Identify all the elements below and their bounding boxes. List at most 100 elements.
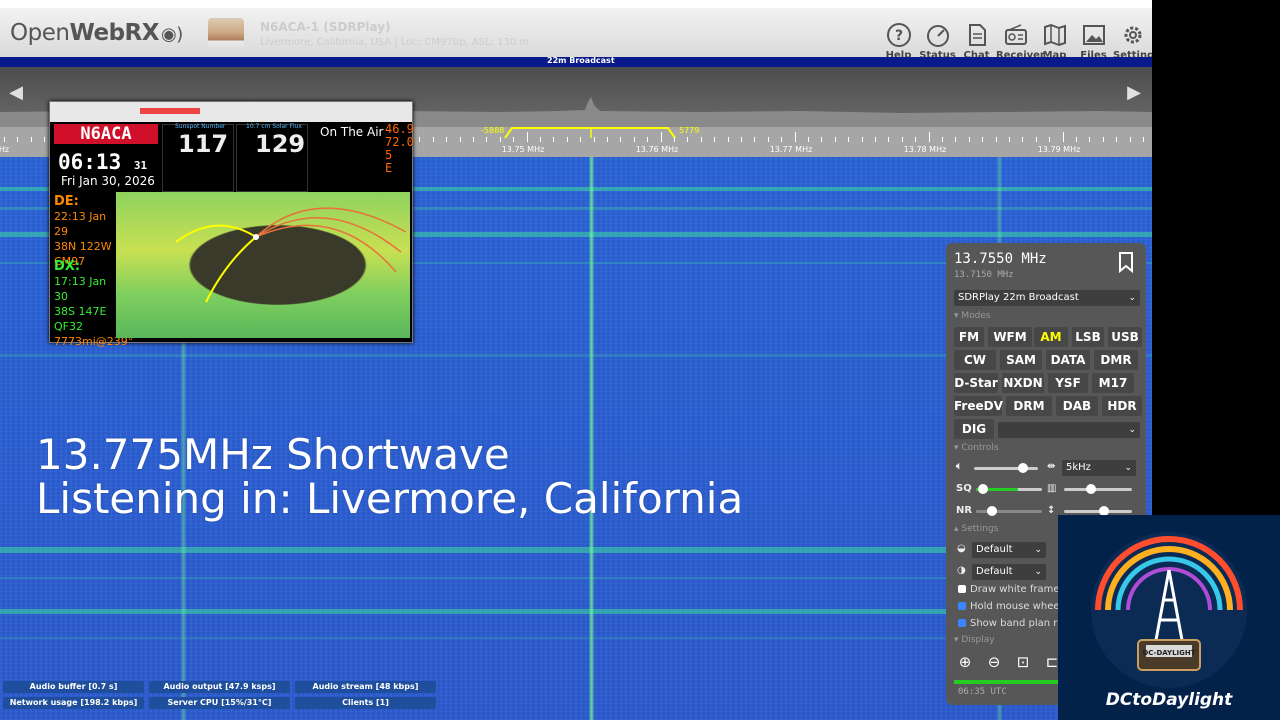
receiver-avatar[interactable] xyxy=(208,18,244,50)
audio-buffer-status[interactable]: Audio buffer [0.7 s] xyxy=(3,681,144,693)
mode-button-fm[interactable]: FM xyxy=(954,327,984,347)
mode-button-dmr[interactable]: DMR xyxy=(1094,350,1138,370)
nav-chat-button[interactable]: Chat xyxy=(957,22,996,61)
waterfall-level-slider[interactable] xyxy=(1064,484,1132,494)
scale-tick xyxy=(580,137,581,142)
volume-slider[interactable] xyxy=(974,463,1038,473)
mode-button-hdr[interactable]: HDR xyxy=(1102,396,1142,416)
nav-map-button[interactable]: Map xyxy=(1035,22,1074,61)
scale-tick xyxy=(1130,137,1131,142)
zoom-out-icon[interactable]: ⊖ xyxy=(983,653,1005,673)
radio-waves-icon: ◉) xyxy=(161,24,183,45)
digital-mode-select[interactable]: ⌄ xyxy=(998,422,1140,438)
server-cpu-status[interactable]: Server CPU [15%/31°C] xyxy=(149,697,290,709)
scale-tick xyxy=(714,137,715,142)
mode-button-nxdn[interactable]: NXDN xyxy=(1002,373,1044,393)
frequency-display[interactable]: 13.7550 MHz xyxy=(954,251,1047,267)
colormap-select[interactable]: Default ⌄ xyxy=(972,564,1046,580)
scale-tick xyxy=(17,137,18,142)
draw-white-frame-checkbox[interactable]: Draw white frame xyxy=(958,584,1060,595)
scale-tick xyxy=(513,137,514,142)
mode-button-lsb[interactable]: LSB xyxy=(1072,327,1104,347)
offset-slider[interactable] xyxy=(1064,506,1132,516)
waterfall-level-icon: ▥ xyxy=(1047,483,1057,494)
scale-tick xyxy=(969,137,970,142)
scale-tick xyxy=(955,137,956,142)
mode-button-cw[interactable]: CW xyxy=(954,350,996,370)
scroll-left-arrow-icon[interactable]: ◀ xyxy=(7,82,25,104)
mode-button-am[interactable]: AM xyxy=(1034,327,1068,347)
zoom-to-passband-icon[interactable]: ⊡ xyxy=(1012,653,1034,673)
mode-button-d-star[interactable]: D-Star xyxy=(954,373,998,393)
network-usage-status[interactable]: Network usage [198.2 kbps] xyxy=(3,697,144,709)
nav-status-button[interactable]: Status xyxy=(918,22,957,61)
nr-label: NR xyxy=(956,505,973,516)
hold-mouse-wheel-checkbox[interactable]: Hold mouse wheel xyxy=(958,601,1062,612)
radio-icon xyxy=(1004,24,1027,45)
scale-tick xyxy=(781,137,782,142)
mode-button-freedv[interactable]: FreeDV xyxy=(954,396,1003,416)
mode-button-ysf[interactable]: YSF xyxy=(1048,373,1088,393)
scroll-right-arrow-icon[interactable]: ▶ xyxy=(1125,82,1143,104)
mode-button-m17[interactable]: M17 xyxy=(1092,373,1134,393)
scale-tick xyxy=(460,137,461,142)
scale-tick xyxy=(1022,137,1023,142)
scale-tick xyxy=(768,137,769,142)
nav-settings-button[interactable]: Settings xyxy=(1113,22,1152,61)
clients-status[interactable]: Clients [1] xyxy=(295,697,436,709)
receiver-location: Livermore, California, USA | Loc: CM97bp… xyxy=(260,37,530,48)
audio-output-status[interactable]: Audio output [47.9 ksps] xyxy=(149,681,290,693)
scale-tick xyxy=(862,137,863,142)
audio-stream-status[interactable]: Audio stream [48 kbps] xyxy=(295,681,436,693)
dx-label: DX: xyxy=(54,259,81,274)
scale-tick xyxy=(848,137,849,142)
bandplan-strip[interactable]: 22m Broadcast xyxy=(0,56,1152,67)
controls-section-label[interactable]: ▾ Controls xyxy=(954,443,999,453)
channel-logo-name: DCtoDaylight xyxy=(1105,690,1233,710)
scale-tick xyxy=(607,137,608,142)
scale-tick xyxy=(728,137,729,142)
mode-button-dig[interactable]: DIG xyxy=(954,419,994,439)
zoom-in-icon[interactable]: ⊕ xyxy=(954,653,976,673)
mode-button-sam[interactable]: SAM xyxy=(1000,350,1042,370)
scale-tick xyxy=(527,132,528,142)
de-latlon: 38N 122W xyxy=(54,240,112,253)
offset-icon: ↕ xyxy=(1047,505,1056,516)
squelch-slider[interactable] xyxy=(976,484,1042,494)
scale-tick xyxy=(674,137,675,142)
settings-section-label[interactable]: ▴ Settings xyxy=(954,524,998,534)
top-edge xyxy=(0,0,1152,8)
nav-help-button[interactable]: ? Help xyxy=(879,22,918,61)
scale-tick xyxy=(540,137,541,142)
display-section-label[interactable]: ▾ Display xyxy=(954,635,995,645)
theme-select[interactable]: Default ⌄ xyxy=(972,542,1046,558)
header-bar: OpenWebRX ◉) N6ACA-1 (SDRPlay) Livermore,… xyxy=(0,8,1152,61)
nav-files-button[interactable]: Files xyxy=(1074,22,1113,61)
scale-tick xyxy=(929,132,930,142)
mode-button-drm[interactable]: DRM xyxy=(1006,396,1052,416)
scale-tick xyxy=(44,137,45,142)
mode-button-data[interactable]: DATA xyxy=(1046,350,1090,370)
mode-button-wfm[interactable]: WFM xyxy=(988,327,1032,347)
bandwidth-select[interactable]: 5kHz ⌄ xyxy=(1062,460,1136,476)
colormap-icon: ◑ xyxy=(957,565,966,576)
scale-tick xyxy=(1036,137,1037,142)
scale-tick xyxy=(687,137,688,142)
openwebrx-logo[interactable]: OpenWebRX ◉) xyxy=(10,20,183,46)
utc-clock: 06:35 UTC xyxy=(958,687,1007,697)
chevron-down-icon: ⌄ xyxy=(1034,567,1042,577)
nav-receiver-button[interactable]: Receiver xyxy=(996,22,1045,61)
channel-logo: DC-DAYLIGHT DCtoDaylight xyxy=(1058,515,1280,720)
mode-button-usb[interactable]: USB xyxy=(1108,327,1142,347)
noise-reduction-slider[interactable] xyxy=(976,506,1042,516)
svg-text:DC-DAYLIGHT: DC-DAYLIGHT xyxy=(1142,649,1195,657)
modes-section-label[interactable]: ▾ Modes xyxy=(954,311,991,321)
bookmark-icon[interactable] xyxy=(1116,251,1136,273)
checkbox-box xyxy=(958,619,966,627)
scale-tick xyxy=(996,137,997,142)
dx-latlon: 38S 147E xyxy=(54,305,107,318)
sub-frequency-display: 13.7150 MHz xyxy=(954,270,1014,280)
mode-button-dab[interactable]: DAB xyxy=(1056,396,1098,416)
profile-select[interactable]: SDRPlay 22m Broadcast ⌄ xyxy=(954,290,1140,306)
show-band-plan-checkbox[interactable]: Show band plan ri xyxy=(958,618,1060,629)
